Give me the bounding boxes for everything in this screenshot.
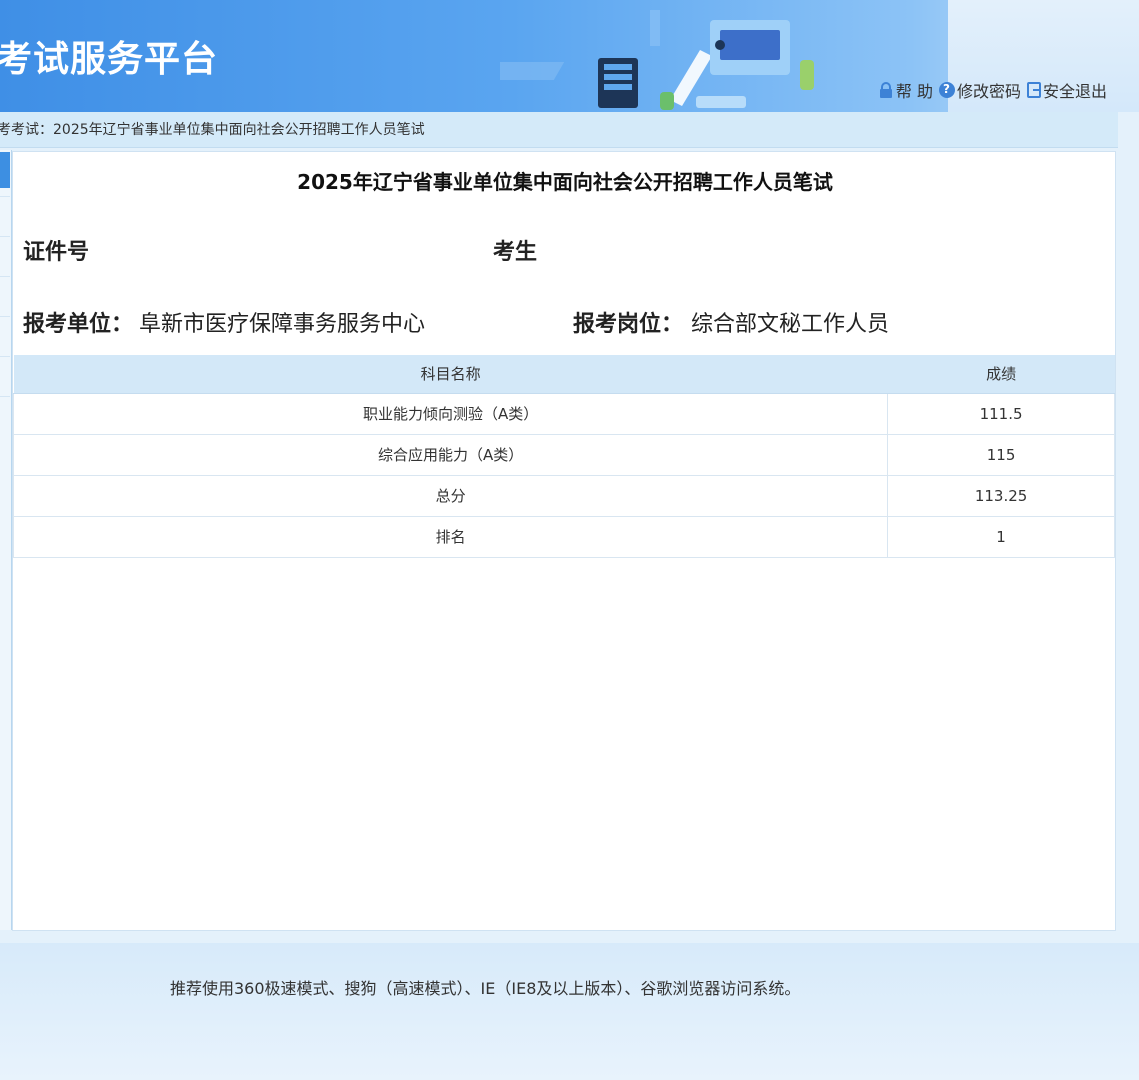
logout-label: 安全退出 — [1042, 82, 1107, 101]
sidebar-divider — [0, 236, 10, 237]
score-cell: 111.5 — [887, 392, 1115, 435]
subject-cell: 总分 — [12, 474, 889, 517]
table-row: 综合应用能力（A类） 115 — [12, 433, 1115, 476]
top-links: 帮 助 修改密码 安全退出 — [878, 78, 1107, 102]
unit-value: 阜新市医疗保障事务服务中心 — [139, 312, 426, 337]
subject-cell: 排名 — [12, 515, 889, 558]
change-password-label: 修改密码 — [956, 82, 1021, 101]
help-link[interactable]: 帮 助 — [878, 78, 933, 102]
score-cell: 113.25 — [887, 474, 1115, 517]
browser-notice: 推荐使用360极速模式、搜狗（高速模式）、IE（IE8及以上版本）、谷歌浏览器访… — [170, 979, 801, 998]
sidebar-divider — [0, 316, 10, 317]
score-table: 科目名称 成绩 职业能力倾向测验（A类） 111.5 综合应用能力（A类） 11… — [12, 355, 1115, 558]
lock-icon — [879, 82, 892, 98]
help-link-label: 帮 助 — [895, 82, 933, 101]
sidebar-active-tab[interactable] — [0, 152, 10, 188]
change-password-link[interactable]: 修改密码 — [938, 78, 1021, 102]
unit-label: 报考单位： — [23, 312, 134, 337]
post-label: 报考岗位： — [573, 312, 684, 337]
sidebar-divider — [0, 356, 10, 357]
post-value: 综合部文秘工作人员 — [691, 312, 890, 337]
header-banner: 考试服务平台 帮 助 修改密码 安全退出 — [0, 0, 1139, 112]
table-row: 总分 113.25 — [12, 474, 1115, 517]
help-icon — [938, 82, 955, 98]
table-row: 排名 1 — [12, 515, 1115, 558]
exit-icon — [1026, 82, 1041, 98]
breadcrumb-text: 考考试：2025年辽宁省事业单位集中面向社会公开招聘工作人员笔试 — [0, 122, 425, 138]
id-number-label: 证件号 — [23, 240, 90, 265]
score-panel: 2025年辽宁省事业单位集中面向社会公开招聘工作人员笔试 证件号 考生 报考单位… — [12, 151, 1116, 931]
subject-cell: 综合应用能力（A类） — [12, 433, 889, 476]
site-title: 考试服务平台 — [0, 39, 219, 80]
score-cell: 115 — [887, 433, 1115, 476]
exam-title: 2025年辽宁省事业单位集中面向社会公开招聘工作人员笔试 — [297, 170, 833, 194]
breadcrumb: 考考试：2025年辽宁省事业单位集中面向社会公开招聘工作人员笔试 — [0, 112, 1118, 148]
header-illustration-icon — [500, 10, 814, 110]
subject-column-header: 科目名称 — [13, 355, 888, 394]
sidebar-divider — [0, 396, 10, 397]
sidebar-collapsed — [0, 150, 12, 930]
subject-cell: 职业能力倾向测验（A类） — [12, 392, 889, 435]
logout-link[interactable]: 安全退出 — [1026, 78, 1107, 102]
score-column-header: 成绩 — [887, 355, 1115, 394]
table-header-row: 科目名称 成绩 — [13, 355, 1115, 394]
score-cell: 1 — [887, 515, 1115, 558]
sidebar-divider — [0, 276, 10, 277]
candidate-name-label: 考生 — [493, 240, 538, 265]
sidebar-divider — [0, 196, 10, 197]
table-row: 职业能力倾向测验（A类） 111.5 — [12, 392, 1115, 435]
footer: 推荐使用360极速模式、搜狗（高速模式）、IE（IE8及以上版本）、谷歌浏览器访… — [0, 943, 1139, 1080]
